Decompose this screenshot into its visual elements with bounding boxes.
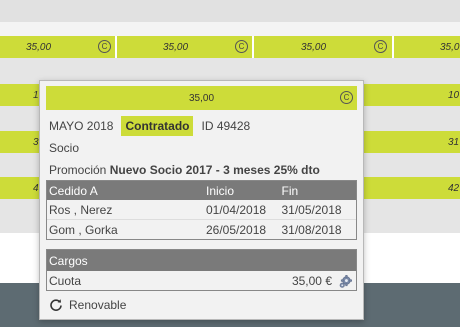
- refresh-icon: [50, 299, 62, 311]
- table-cell: 31/05/2018: [281, 202, 342, 217]
- id-label: ID 49428: [201, 119, 251, 133]
- month-label: MAYO 2018: [49, 119, 114, 133]
- table-cell: Gom , Gorka: [49, 223, 118, 237]
- cell-amount: 35,00: [163, 41, 189, 53]
- calendar-cell[interactable]: 42: [364, 177, 460, 199]
- cell-amount: 35,00: [301, 41, 327, 53]
- calendar-cell[interactable]: 3: [0, 131, 40, 153]
- charge-amount: 35,00 €: [291, 274, 332, 288]
- top-bar: [0, 0, 460, 22]
- table-row[interactable]: Gom , Gorka 26/05/2018 31/08/2018: [47, 220, 356, 240]
- spacer: [0, 22, 460, 36]
- status-badge: Contratado: [121, 116, 194, 136]
- cell-amount: 35,00: [26, 41, 52, 53]
- column-header: Inicio: [205, 183, 234, 198]
- copyright-icon: C: [98, 40, 111, 53]
- cell-fragment: 1: [33, 89, 39, 101]
- promotion-line: Promoción Nuevo Socio 2017 - 3 meses 25%…: [49, 163, 320, 177]
- popover-header[interactable]: 35,00 C: [46, 86, 357, 110]
- table-cell: 26/05/2018: [205, 223, 267, 237]
- cell-fragment: 31: [448, 136, 460, 148]
- promotion-name: Nuevo Socio 2017 - 3 meses 25% dto: [109, 163, 320, 177]
- calendar-cell[interactable]: 1: [0, 84, 40, 106]
- role-label: Socio: [49, 141, 80, 155]
- table-cell: 31/08/2018: [281, 223, 342, 237]
- column-header: Fin: [281, 183, 299, 198]
- charge-row: Cuota 35,00 €: [47, 271, 356, 291]
- table-cell: Ros , Nerez: [49, 202, 113, 217]
- gear-icon[interactable]: [338, 274, 353, 289]
- promotion-prefix: Promoción: [49, 163, 107, 177]
- assignments-table: Cedido A Inicio Fin Ros , Nerez 01/04/20…: [46, 180, 357, 240]
- calendar-cell[interactable]: 35,00 C: [117, 36, 252, 58]
- calendar-cell[interactable]: 31: [364, 131, 460, 153]
- calendar-cell[interactable]: 10: [364, 84, 460, 106]
- renewable-toggle[interactable]: Renovable: [49, 298, 126, 312]
- charges-title: Cargos: [47, 250, 356, 271]
- column-header: Cedido A: [49, 183, 98, 198]
- charge-label: Cuota: [49, 274, 82, 288]
- table-cell: 01/04/2018: [205, 202, 267, 217]
- cell-fragment: 42: [448, 182, 460, 194]
- cell-fragment: 4: [33, 182, 39, 194]
- table-row[interactable]: Ros , Nerez 01/04/2018 31/05/2018: [47, 200, 356, 220]
- table-header: Cedido A Inicio Fin: [47, 181, 356, 200]
- cell-amount: 35,0: [440, 41, 460, 53]
- calendar-cell[interactable]: 35,00 C: [254, 36, 392, 58]
- cell-fragment: 10: [448, 89, 460, 101]
- popover-summary: MAYO 2018 Contratado ID 49428: [49, 115, 250, 137]
- cell-fragment: 3: [33, 136, 39, 148]
- calendar-cell[interactable]: 35,0: [394, 36, 460, 58]
- copyright-icon: C: [235, 40, 248, 53]
- popover-amount: 35,00: [188, 92, 215, 104]
- calendar-cell[interactable]: 4: [0, 177, 40, 199]
- calendar-cell[interactable]: 35,00 C: [0, 36, 115, 58]
- copyright-icon: C: [374, 40, 387, 53]
- charges-section: Cargos Cuota 35,00 €: [46, 249, 357, 291]
- copyright-icon: C: [340, 91, 353, 104]
- renewable-label: Renovable: [69, 298, 127, 312]
- booking-popover: 35,00 C MAYO 2018 Contratado ID 49428 So…: [39, 80, 364, 320]
